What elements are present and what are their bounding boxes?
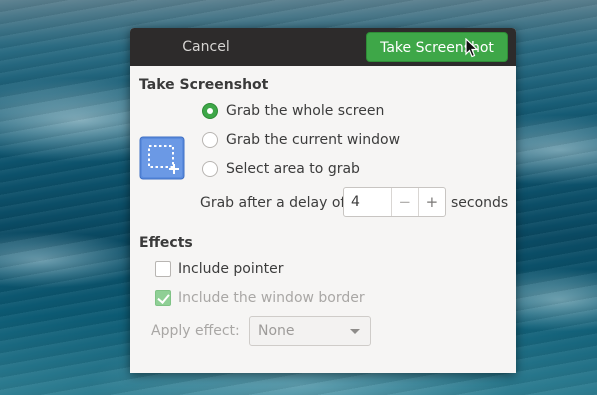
- radio-button[interactable]: [202, 132, 218, 148]
- include-border-label: Include the window border: [178, 290, 365, 306]
- radio-button[interactable]: [202, 161, 218, 177]
- apply-effect-dropdown: None: [249, 316, 371, 346]
- radio-whole-screen-label: Grab the whole screen: [226, 103, 385, 119]
- increment-button[interactable]: +: [417, 188, 445, 216]
- include-border-checkbox: [155, 290, 171, 306]
- delay-label: Grab after a delay of: [200, 195, 346, 211]
- radio-select-area-label: Select area to grab: [226, 161, 360, 177]
- screenshot-dialog: Cancel Take Screenshot Take Screenshot G…: [130, 28, 516, 373]
- screen-selection-icon: [139, 136, 185, 180]
- decrement-button[interactable]: −: [390, 188, 418, 216]
- seconds-label: seconds: [451, 195, 509, 211]
- apply-effect-value: None: [258, 323, 295, 339]
- include-pointer-checkbox-row[interactable]: Include pointer: [155, 258, 284, 280]
- apply-effect-label: Apply effect:: [151, 323, 240, 339]
- radio-current-window-label: Grab the current window: [226, 132, 401, 148]
- delay-spinbutton[interactable]: 4 − +: [343, 187, 446, 217]
- radio-button-selected[interactable]: [202, 103, 218, 119]
- delay-value-input[interactable]: 4: [344, 188, 391, 216]
- include-pointer-checkbox[interactable]: [155, 261, 171, 277]
- include-pointer-label: Include pointer: [178, 261, 284, 277]
- radio-current-window[interactable]: Grab the current window: [202, 129, 400, 151]
- header-bar: Cancel Take Screenshot: [130, 28, 516, 66]
- include-border-checkbox-row: Include the window border: [155, 287, 365, 309]
- cancel-button[interactable]: Cancel: [170, 32, 242, 62]
- radio-select-area[interactable]: Select area to grab: [202, 158, 360, 180]
- effects-section-title: Effects: [139, 235, 193, 251]
- radio-whole-screen[interactable]: Grab the whole screen: [202, 100, 384, 122]
- take-screenshot-button[interactable]: Take Screenshot: [366, 32, 508, 62]
- chevron-down-icon: [350, 329, 360, 334]
- take-screenshot-section-title: Take Screenshot: [139, 77, 269, 93]
- mouse-pointer-icon: [465, 38, 479, 58]
